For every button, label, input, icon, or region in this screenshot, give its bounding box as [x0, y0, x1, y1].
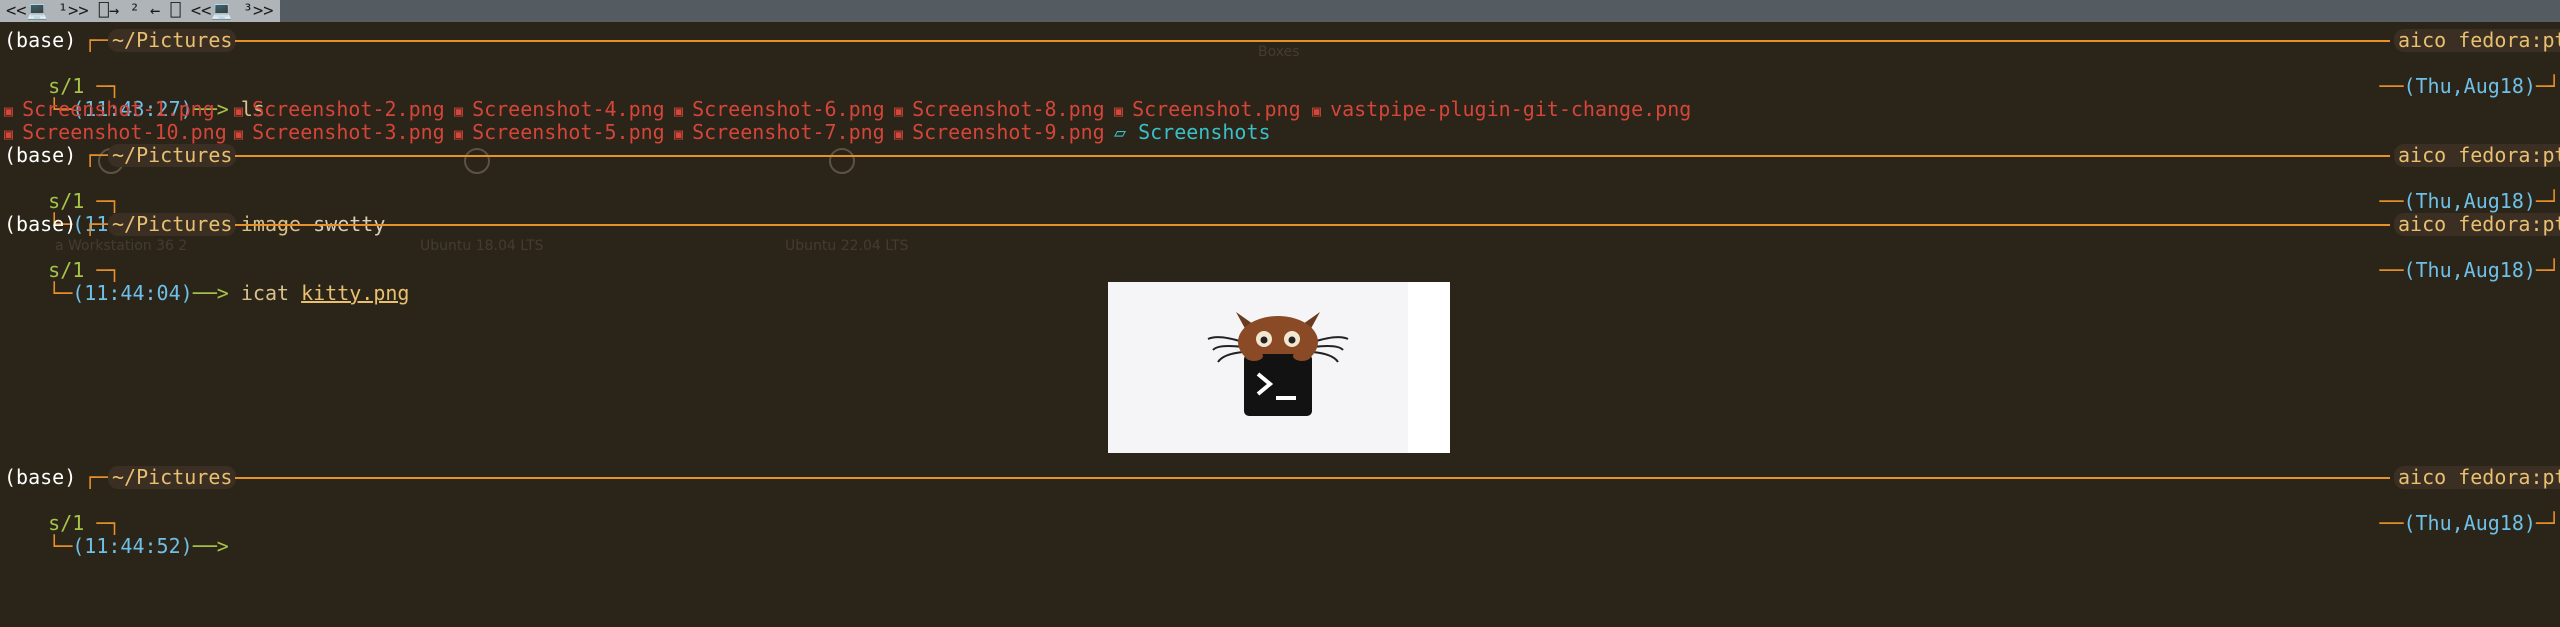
user-host: aico fedora:pt — [2394, 144, 2560, 167]
prompt-line: (base) ┌─ ~/Pictures aico fedora:pt — [0, 29, 2560, 52]
file-entry[interactable]: Screenshot-3.png — [252, 120, 445, 144]
timestamp: (11:44:04) — [72, 281, 193, 305]
tty-line: s/1 ─┐ — [48, 74, 121, 98]
cwd-label: ~/Pictures — [108, 144, 237, 167]
file-entry[interactable]: Screenshot-7.png — [692, 120, 885, 144]
host-label: fedora:pt — [2458, 28, 2560, 52]
file-entry[interactable]: vastpipe-plugin-git-change.png — [1330, 97, 1691, 121]
date-label: ──(Thu,Aug18)─┘ — [2379, 74, 2560, 98]
dir-segment: ~/Pictures — [108, 144, 237, 167]
timestamp: (11:44:52) — [72, 534, 193, 558]
corner-glyph: ┌─ — [84, 465, 109, 489]
user-label: aico — [2398, 212, 2447, 236]
file-entry[interactable]: Screenshot-9.png — [912, 120, 1105, 144]
command-line: └─(11:44:04)──> icat kitty.png ──(Thu,Au… — [48, 258, 2560, 305]
env-label: (base) — [4, 28, 77, 52]
user-label: aico — [2398, 143, 2447, 167]
command-line: └─(11:43:27)──> ls ──(Thu,Aug18)─┘ — [48, 74, 2560, 121]
env-label: (base) — [4, 212, 77, 236]
file-entry[interactable]: Screenshot-2.png — [252, 97, 445, 121]
image-file-icon: ▣ — [674, 102, 693, 120]
host-label: fedora:pt — [2458, 143, 2560, 167]
command-line[interactable]: └─(11:44:52)──> ──(Thu,Aug18)─┘ — [0, 511, 2560, 558]
image-file-icon: ▣ — [4, 125, 23, 143]
image-file-icon: ▣ — [454, 125, 473, 143]
prompt-rule — [235, 477, 2390, 479]
kitty-cat-icon — [1207, 312, 1349, 416]
file-entry[interactable]: Screenshot-6.png — [692, 97, 885, 121]
date-label: ──(Thu,Aug18)─┘ — [2379, 258, 2560, 282]
user-label: aico — [2398, 465, 2447, 489]
image-file-icon: ▣ — [894, 125, 913, 143]
dir-segment: ~/Pictures — [108, 29, 237, 52]
image-file-icon: ▣ — [1312, 102, 1331, 120]
cwd-label: ~/Pictures — [108, 466, 237, 489]
env-label: (base) — [4, 465, 77, 489]
ls-output-row: ▣ Screenshot-1.png ▣ Screenshot-2.png ▣ … — [0, 98, 1691, 121]
corner-glyph: ┌─ — [84, 143, 109, 167]
user-host: aico fedora:pt — [2394, 29, 2560, 52]
dir-segment: ~/Pictures — [108, 466, 237, 489]
image-file-icon: ▣ — [454, 102, 473, 120]
file-entry[interactable]: Screenshot-4.png — [472, 97, 665, 121]
prompt-line: (base) ┌─ ~/Pictures aico fedora:pt — [0, 144, 2560, 167]
date-label: ──(Thu,Aug18)─┘ — [2379, 511, 2560, 535]
file-entry[interactable]: Screenshot-1.png — [22, 97, 215, 121]
cwd-label: ~/Pictures — [108, 213, 237, 236]
env-label: (base) — [4, 143, 77, 167]
prompt-rule — [235, 155, 2390, 157]
file-entry[interactable]: Screenshot-8.png — [912, 97, 1105, 121]
folder-icon: ▱ — [1114, 120, 1139, 144]
prompt-rule — [235, 40, 2390, 42]
cwd-label: ~/Pictures — [108, 29, 237, 52]
image-file-icon: ▣ — [1114, 102, 1133, 120]
folder-entry[interactable]: Screenshots — [1138, 120, 1270, 144]
file-entry[interactable]: Screenshot-10.png — [22, 120, 227, 144]
command-line: └─(11:43:28)──> image swetty ──(Thu,Aug1… — [48, 189, 2560, 236]
prompt-line: (base) ┌─ ~/Pictures aico fedora:pt — [0, 466, 2560, 489]
command-args[interactable]: kitty.png — [301, 281, 409, 305]
image-file-icon: ▣ — [4, 102, 23, 120]
user-host: aico fedora:pt — [2394, 213, 2560, 236]
file-entry[interactable]: Screenshot.png — [1132, 97, 1301, 121]
user-host: aico fedora:pt — [2394, 466, 2560, 489]
tty-line: s/1 ─┐ — [48, 511, 121, 535]
kitty-logo-image — [1108, 282, 1450, 453]
corner-glyph: ┌─ — [84, 212, 109, 236]
prompt-rule — [235, 224, 2390, 226]
dir-segment: ~/Pictures — [108, 213, 237, 236]
command: icat — [240, 281, 290, 305]
user-label: aico — [2398, 28, 2447, 52]
date-label: ──(Thu,Aug18)─┘ — [2379, 189, 2560, 213]
prompt-line: (base) ┌─ ~/Pictures aico fedora:pt — [0, 213, 2560, 236]
file-entry[interactable]: Screenshot-5.png — [472, 120, 665, 144]
image-file-icon: ▣ — [894, 102, 913, 120]
image-file-icon: ▣ — [234, 102, 253, 120]
corner-glyph: ┌─ — [84, 28, 109, 52]
host-label: fedora:pt — [2458, 212, 2560, 236]
ls-output-row: ▣ Screenshot-10.png ▣ Screenshot-3.png ▣… — [0, 121, 1271, 144]
tty-line: s/1 ─┐ — [48, 258, 121, 282]
host-label: fedora:pt — [2458, 465, 2560, 489]
tty-line: s/1 ─┐ — [48, 189, 121, 213]
terminal[interactable]: (base) ┌─ ~/Pictures aico fedora:pt s/1 … — [0, 0, 2560, 567]
image-file-icon: ▣ — [234, 125, 253, 143]
image-file-icon: ▣ — [674, 125, 693, 143]
